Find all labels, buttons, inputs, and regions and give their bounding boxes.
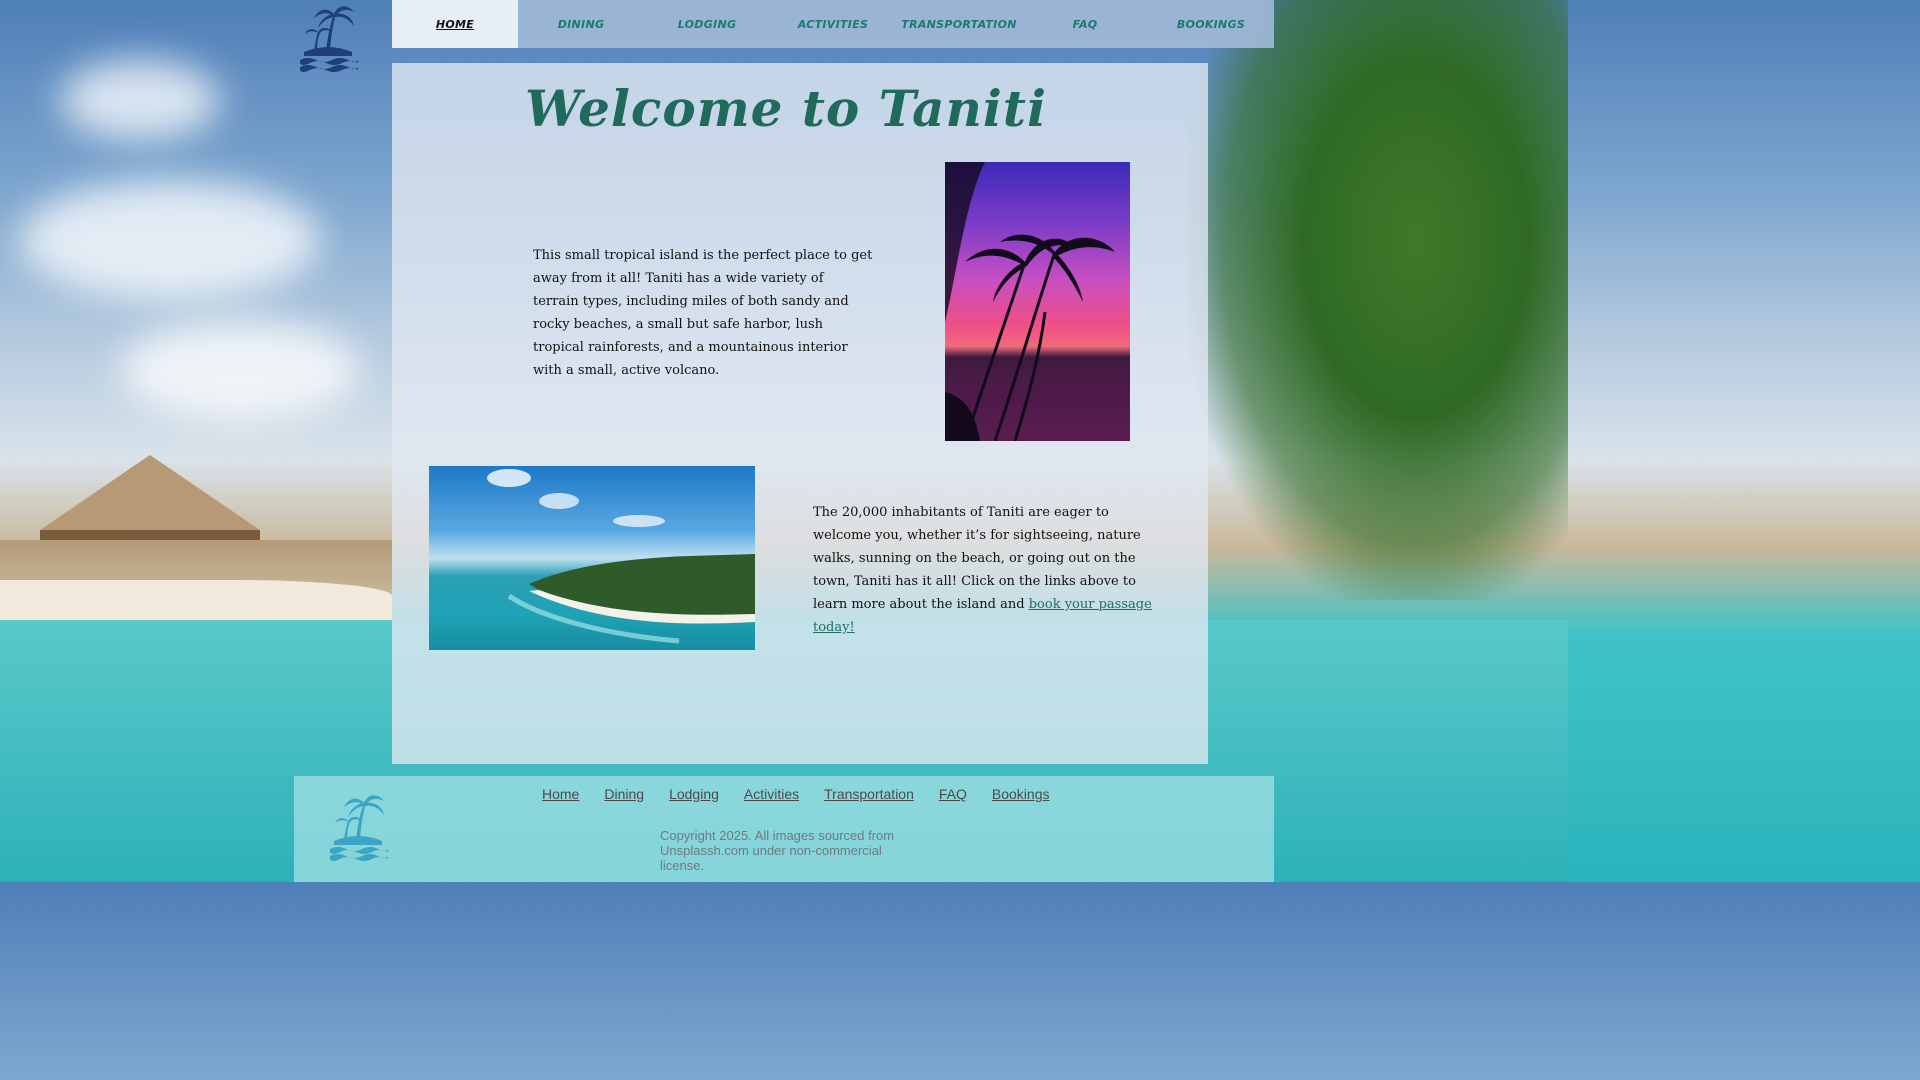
sunset-palm-image [945, 162, 1130, 441]
nav-lodging[interactable]: LODGING [644, 0, 770, 48]
footer: Home Dining Lodging Activities Transport… [294, 776, 1274, 882]
nav-bookings[interactable]: BOOKINGS [1148, 0, 1274, 48]
nav-transportation[interactable]: TRANSPORTATION [896, 0, 1022, 48]
island-beach-image [429, 466, 755, 650]
nav-home[interactable]: HOME [392, 0, 518, 48]
main-content-panel: Welcome to Taniti This small tropical is… [392, 63, 1208, 764]
footer-link-activities[interactable]: Activities [744, 786, 799, 802]
welcome-paragraph: The 20,000 inhabitants of Taniti are eag… [813, 501, 1158, 639]
footer-palm-island-icon [330, 795, 388, 861]
nav-activities[interactable]: ACTIVITIES [770, 0, 896, 48]
footer-link-transportation[interactable]: Transportation [824, 786, 914, 802]
palm-island-icon[interactable] [296, 2, 360, 76]
footer-link-dining[interactable]: Dining [604, 786, 644, 802]
welcome-text: The 20,000 inhabitants of Taniti are eag… [813, 505, 1141, 612]
footer-link-home[interactable]: Home [542, 786, 579, 802]
main-nav: HOME DINING LODGING ACTIVITIES TRANSPORT… [392, 0, 1274, 48]
intro-paragraph: This small tropical island is the perfec… [533, 248, 873, 378]
footer-link-faq[interactable]: FAQ [939, 786, 967, 802]
page-title: Welcome to Taniti [525, 79, 1047, 138]
footer-link-bookings[interactable]: Bookings [992, 786, 1050, 802]
copyright-text: Copyright 2025. All images sourced from … [660, 828, 895, 873]
footer-nav: Home Dining Lodging Activities Transport… [542, 786, 1049, 802]
footer-link-lodging[interactable]: Lodging [669, 786, 719, 802]
nav-dining[interactable]: DINING [518, 0, 644, 48]
nav-faq[interactable]: FAQ [1022, 0, 1148, 48]
